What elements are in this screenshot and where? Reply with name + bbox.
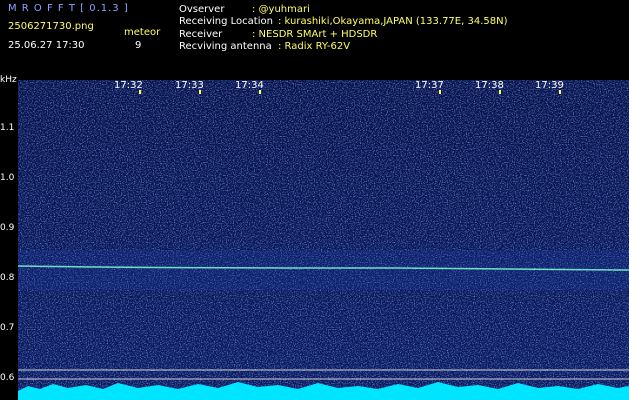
file-name: 2506271730.png [8,21,94,32]
noise-field [18,80,629,400]
receiver-value: : NESDR SMArt + HDSDR [252,29,378,40]
receiver-label: Receiver [179,29,223,40]
time-tick-mark [499,90,501,94]
axis-unit: kHz [0,75,17,85]
antenna-label: Recviving antenna [179,41,272,52]
axis-tick: 0.9 [0,223,15,233]
observer-label: Ovserver [179,4,225,15]
axis-tick: 1.0 [0,173,15,183]
time-tick-mark [139,90,141,94]
time-tick-mark [259,90,261,94]
location-value: : kurashiki,Okayama,JAPAN (133.77E, 34.5… [278,16,508,27]
axis-tick: 0.7 [0,323,15,333]
time-tick-mark [559,90,561,94]
file-datetime: 25.06.27 17:30 [8,40,85,51]
header-panel: M R O F F T [ 0.1.3 ] 2506271730.png 25.… [0,0,629,78]
time-tick-mark [439,90,441,94]
axis-tick: 0.6 [0,373,15,383]
frequency-axis: kHz 1.1 1.0 0.9 0.8 0.7 0.6 [0,75,18,400]
observer-value: : @yuhmari [252,4,310,15]
app-title: M R O F F T [ 0.1.3 ] [8,3,129,14]
time-tick-mark [199,90,201,94]
location-label: Receiving Location [179,16,273,27]
meteor-count: 9 [135,40,142,51]
axis-tick: 1.1 [0,123,15,133]
baseline-band [18,391,629,400]
antenna-value: : Radix RY-62V [278,41,351,52]
meteor-label: meteor [124,27,161,38]
axis-tick: 0.8 [0,273,15,283]
waterfall-spectrogram [18,80,629,400]
